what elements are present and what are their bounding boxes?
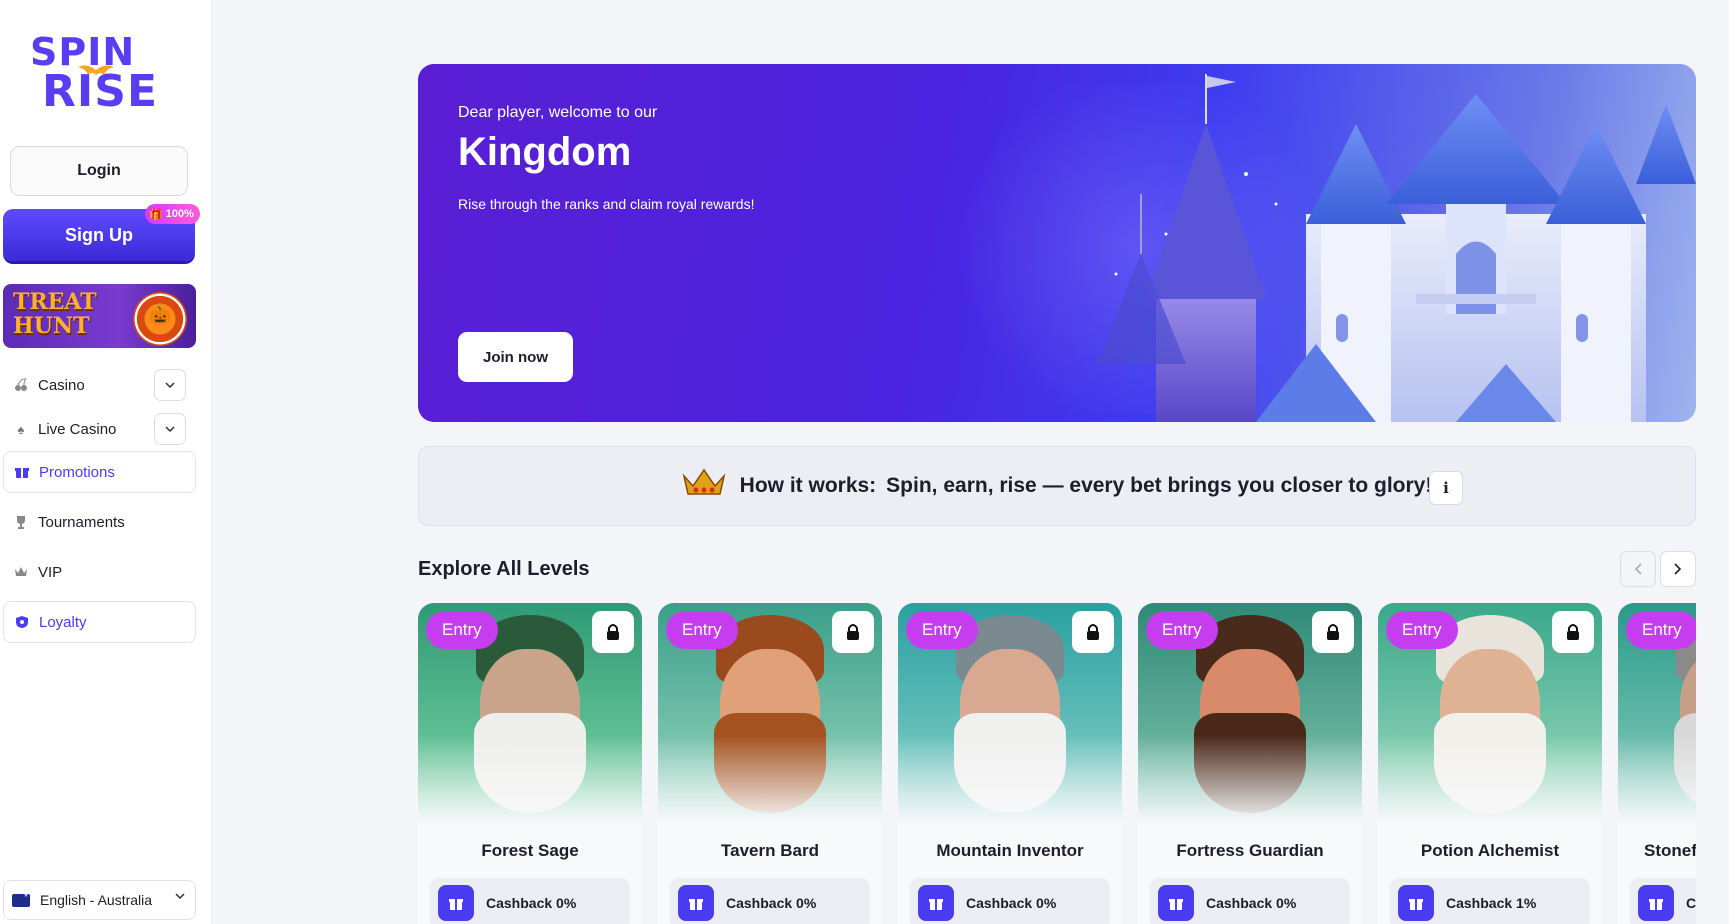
entry-badge: Entry: [426, 611, 498, 649]
level-card[interactable]: Entry Mountain Inventor Cashback 0%: [898, 603, 1122, 924]
shield-icon: [14, 614, 30, 630]
nav-live-casino[interactable]: ♠ Live Casino: [3, 408, 196, 450]
nav-live-casino-label: Live Casino: [38, 420, 117, 438]
spade-icon: ♠: [17, 421, 25, 437]
level-card[interactable]: Entry Stonef C: [1618, 603, 1696, 924]
nav-vip-label: VIP: [38, 563, 63, 581]
lock-icon: [592, 611, 634, 653]
trophy-icon: [13, 514, 29, 530]
login-button[interactable]: Login: [10, 146, 188, 196]
signup-bonus-badge: 🎁 100%: [145, 204, 200, 224]
lock-icon: [1552, 611, 1594, 653]
kingdom-hero-banner: Dear player, welcome to our Kingdom Rise…: [418, 64, 1696, 422]
cherries-icon: [13, 377, 29, 393]
nav-vip[interactable]: VIP: [3, 551, 196, 593]
cashback-text: Cashback 1%: [1446, 895, 1537, 911]
cashback-text: Cashback 0%: [966, 895, 1057, 911]
join-now-button[interactable]: Join now: [458, 332, 573, 382]
nav-tournaments[interactable]: Tournaments: [3, 501, 196, 543]
gift-icon: [14, 464, 30, 480]
level-card[interactable]: Entry Forest Sage Cashback 0%: [418, 603, 642, 924]
language-selector[interactable]: English - Australia: [3, 880, 196, 920]
chevron-right-icon: [1674, 563, 1682, 575]
nav-loyalty[interactable]: Loyalty: [3, 601, 196, 643]
australia-flag-icon: [12, 892, 30, 907]
hero-welcome-text: Dear player, welcome to our: [458, 104, 658, 121]
level-card[interactable]: Entry Potion Alchemist Cashback 1%: [1378, 603, 1602, 924]
gift-icon: [918, 885, 954, 921]
entry-badge: Entry: [1146, 611, 1218, 649]
cashback-pill: Cashback 0%: [1150, 878, 1350, 924]
castle-illustration: [1096, 74, 1696, 422]
gift-icon: [1398, 885, 1434, 921]
logo-line-2: RISE: [42, 66, 158, 117]
cashback-text: C: [1686, 895, 1696, 911]
gift-icon: [678, 885, 714, 921]
nav-casino[interactable]: Casino: [3, 364, 196, 406]
crown-icon: [13, 564, 29, 580]
chevron-down-icon[interactable]: [154, 369, 186, 401]
gift-icon: [1638, 885, 1674, 921]
sidebar: SPIN RISE Login Sign Up 🎁 100% TREAT HUN…: [0, 0, 212, 924]
nav-casino-label: Casino: [38, 376, 85, 394]
carousel-next-button[interactable]: [1660, 551, 1696, 587]
entry-badge: Entry: [906, 611, 978, 649]
chevron-down-icon[interactable]: [154, 413, 186, 445]
level-name: Stonef: [1644, 841, 1696, 860]
gift-icon: [438, 885, 474, 921]
level-name: Forest Sage: [481, 841, 579, 860]
signup-bonus-text: 100%: [165, 208, 194, 220]
level-name: Tavern Bard: [721, 841, 819, 860]
crown-icon: [682, 468, 726, 505]
cashback-pill: Cashback 1%: [1390, 878, 1590, 924]
hero-title: Kingdom: [458, 130, 632, 174]
cashback-text: Cashback 0%: [486, 895, 577, 911]
levels-carousel: Entry Forest Sage Cashback 0% Entry Tave…: [418, 603, 1696, 924]
treat-hunt-banner[interactable]: TREAT HUNT 🎃: [3, 284, 196, 348]
nav-loyalty-label: Loyalty: [39, 613, 87, 631]
carousel-prev-button[interactable]: [1620, 551, 1656, 587]
chevron-down-icon: [175, 893, 185, 899]
lock-icon: [1312, 611, 1354, 653]
cashback-pill: Cashback 0%: [430, 878, 630, 924]
info-button[interactable]: i: [1429, 471, 1463, 505]
cashback-text: Cashback 0%: [1206, 895, 1297, 911]
nav-promotions[interactable]: Promotions: [3, 451, 196, 493]
language-label: English - Australia: [40, 892, 153, 908]
nav-promotions-label: Promotions: [39, 463, 115, 481]
level-card[interactable]: Entry Fortress Guardian Cashback 0%: [1138, 603, 1362, 924]
chevron-left-icon: [1634, 563, 1642, 575]
how-it-works-bar: How it works: Spin, earn, rise — every b…: [418, 446, 1696, 526]
level-name: Fortress Guardian: [1176, 841, 1324, 860]
level-name: Potion Alchemist: [1420, 841, 1560, 860]
nav-tournaments-label: Tournaments: [38, 513, 125, 531]
cashback-pill: C: [1630, 878, 1696, 924]
pumpkin-icon: 🎃: [149, 306, 172, 326]
entry-badge: Entry: [666, 611, 738, 649]
gift-icon: [1158, 885, 1194, 921]
hero-subtitle: Rise through the ranks and claim royal r…: [458, 196, 755, 212]
levels-section-title: Explore All Levels: [418, 558, 590, 580]
level-card[interactable]: Entry Tavern Bard Cashback 0%: [658, 603, 882, 924]
cashback-text: Cashback 0%: [726, 895, 817, 911]
cashback-pill: Cashback 0%: [670, 878, 870, 924]
lock-icon: [1072, 611, 1114, 653]
entry-badge: Entry: [1626, 611, 1696, 649]
how-it-works-label: How it works:: [739, 474, 877, 497]
cashback-pill: Cashback 0%: [910, 878, 1110, 924]
gift-icon: 🎁: [149, 208, 163, 221]
spinrise-logo[interactable]: SPIN RISE: [30, 30, 170, 117]
entry-badge: Entry: [1386, 611, 1458, 649]
how-it-works-text: Spin, earn, rise — every bet brings you …: [886, 474, 1433, 497]
lock-icon: [832, 611, 874, 653]
level-name: Mountain Inventor: [936, 841, 1084, 860]
treat-hunt-title: TREAT HUNT: [13, 289, 97, 339]
